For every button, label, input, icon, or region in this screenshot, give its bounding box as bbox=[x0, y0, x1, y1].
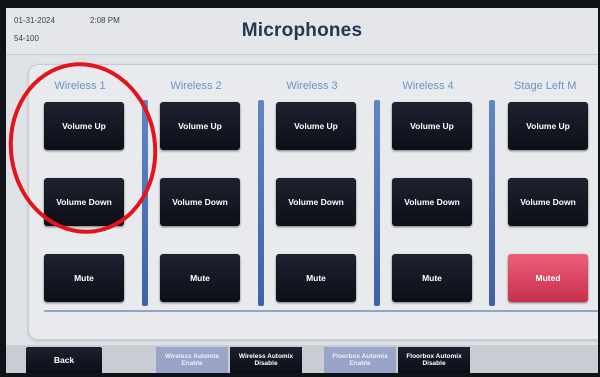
wireless-automix-enable-line1: Wireless Automix bbox=[164, 353, 220, 360]
wireless-automix-disable-line1: Wireless Automix bbox=[238, 353, 294, 360]
stage-left-volume-down-button[interactable]: Volume Down bbox=[508, 178, 588, 226]
wireless-2-volume-up-button[interactable]: Volume Up bbox=[160, 102, 240, 150]
floorbox-automix-enable-line2: Enable bbox=[349, 360, 371, 367]
stage-left-muted-button[interactable]: Muted bbox=[508, 254, 588, 302]
wireless-1-volume-up-button[interactable]: Volume Up bbox=[44, 102, 124, 150]
floorbox-automix-disable-line2: Disable bbox=[422, 360, 446, 367]
column-divider bbox=[258, 100, 264, 306]
stage-left-volume-up-button[interactable]: Volume Up bbox=[508, 102, 588, 150]
footer-bar: Back Wireless Automix Enable Wireless Au… bbox=[6, 345, 598, 373]
microphone-panel: Wireless 1 Volume Up Volume Down Mute Wi… bbox=[28, 64, 598, 340]
column-label-wireless-2: Wireless 2 bbox=[170, 80, 222, 92]
wireless-1-mute-button[interactable]: Mute bbox=[44, 254, 124, 302]
wireless-3-mute-button[interactable]: Mute bbox=[276, 254, 356, 302]
wireless-2-volume-down-button[interactable]: Volume Down bbox=[160, 178, 240, 226]
header-bar: 01-31-2024 2:08 PM 54-100 Microphones bbox=[6, 8, 598, 55]
back-button[interactable]: Back bbox=[26, 347, 102, 373]
panel-baseline bbox=[44, 310, 598, 312]
column-label-stage-left: Stage Left M bbox=[514, 80, 577, 92]
page-title: Microphones bbox=[241, 20, 363, 41]
wireless-1-volume-down-button[interactable]: Volume Down bbox=[44, 178, 124, 226]
wireless-4-volume-up-button[interactable]: Volume Up bbox=[392, 102, 472, 150]
floorbox-automix-disable-button[interactable]: Floorbox Automix Disable bbox=[398, 347, 470, 373]
column-label-wireless-4: Wireless 4 bbox=[402, 80, 454, 92]
column-divider bbox=[142, 100, 148, 306]
touch-panel-screen: 01-31-2024 2:08 PM 54-100 Microphones Wi… bbox=[6, 8, 598, 373]
wireless-4-mute-button[interactable]: Mute bbox=[392, 254, 472, 302]
column-label-wireless-1: Wireless 1 bbox=[54, 80, 106, 92]
floorbox-automix-disable-line1: Floorbox Automix bbox=[406, 353, 462, 360]
wireless-3-volume-down-button[interactable]: Volume Down bbox=[276, 178, 356, 226]
column-divider bbox=[374, 100, 380, 306]
floorbox-automix-enable-line1: Floorbox Automix bbox=[332, 353, 388, 360]
wireless-automix-disable-line2: Disable bbox=[254, 360, 278, 367]
wireless-4-volume-down-button[interactable]: Volume Down bbox=[392, 178, 472, 226]
column-divider bbox=[489, 100, 495, 306]
wireless-2-mute-button[interactable]: Mute bbox=[160, 254, 240, 302]
wireless-automix-enable-line2: Enable bbox=[181, 360, 203, 367]
column-label-wireless-3: Wireless 3 bbox=[286, 80, 338, 92]
floorbox-automix-enable-button[interactable]: Floorbox Automix Enable bbox=[324, 347, 396, 373]
wireless-automix-disable-button[interactable]: Wireless Automix Disable bbox=[230, 347, 302, 373]
wireless-3-volume-up-button[interactable]: Volume Up bbox=[276, 102, 356, 150]
wireless-automix-enable-button[interactable]: Wireless Automix Enable bbox=[156, 347, 228, 373]
